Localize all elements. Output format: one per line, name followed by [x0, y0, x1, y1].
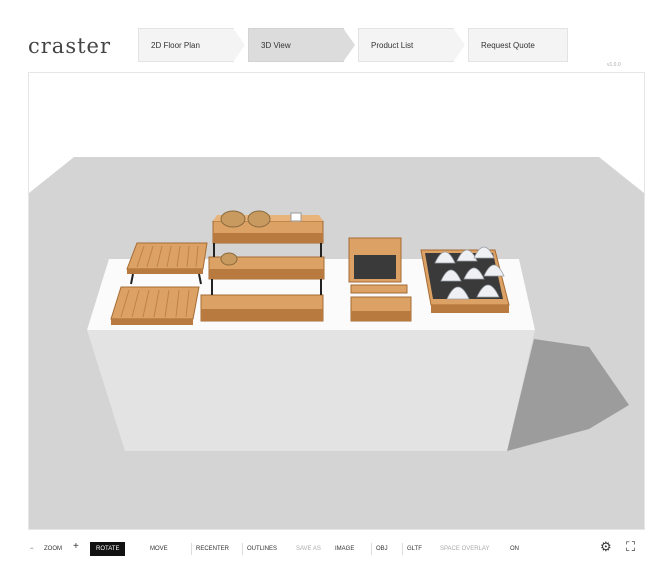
chevron-right-icon [453, 28, 465, 62]
space-overlay-label: SPACE OVERLAY [440, 546, 490, 552]
step-label: Product List [371, 41, 414, 50]
outlines-button[interactable]: OUTLINES [242, 543, 277, 555]
chevron-right-icon [343, 28, 355, 62]
zoom-out-button[interactable]: − [30, 543, 34, 555]
step-label: 3D View [261, 41, 291, 50]
3d-scene [29, 157, 644, 529]
display-tray-with-cloches [420, 246, 510, 313]
step-request-quote[interactable]: Request Quote [468, 28, 568, 62]
craster-logo[interactable]: craster [28, 34, 111, 58]
expand-icon[interactable]: ⛶ [626, 540, 635, 553]
step-navigation: 2D Floor Plan 3D View Product List Reque… [138, 28, 578, 62]
tiered-riser [200, 210, 325, 322]
save-gltf-button[interactable]: GLTF [402, 543, 422, 555]
gear-icon[interactable]: ⚙ [600, 540, 612, 553]
save-obj-button[interactable]: OBJ [371, 543, 388, 555]
step-label: 2D Floor Plan [151, 41, 200, 50]
rotate-button[interactable]: ROTATE [90, 542, 126, 556]
step-3d-view[interactable]: 3D View [248, 28, 355, 62]
zoom-in-button[interactable]: + [73, 541, 79, 553]
step-label: Request Quote [481, 41, 535, 50]
save-image-button[interactable]: IMAGE [335, 543, 354, 555]
version-label: v1.0.0 [607, 62, 621, 68]
recenter-button[interactable]: RECENTER [191, 543, 229, 555]
chevron-right-icon [233, 28, 245, 62]
save-as-label: SAVE AS [296, 546, 321, 552]
space-overlay-toggle[interactable]: ON [510, 543, 519, 555]
viewer-toolbar: − ZOOM + ROTATE MOVE RECENTER OUTLINES S… [28, 538, 645, 560]
move-button[interactable]: MOVE [150, 543, 168, 555]
step-product-list[interactable]: Product List [358, 28, 465, 62]
table-front [87, 330, 535, 451]
zoom-label: ZOOM [44, 546, 62, 552]
step-2d-floor-plan[interactable]: 2D Floor Plan [138, 28, 245, 62]
3d-viewport[interactable] [28, 72, 645, 530]
slatted-tray-front [110, 286, 200, 325]
